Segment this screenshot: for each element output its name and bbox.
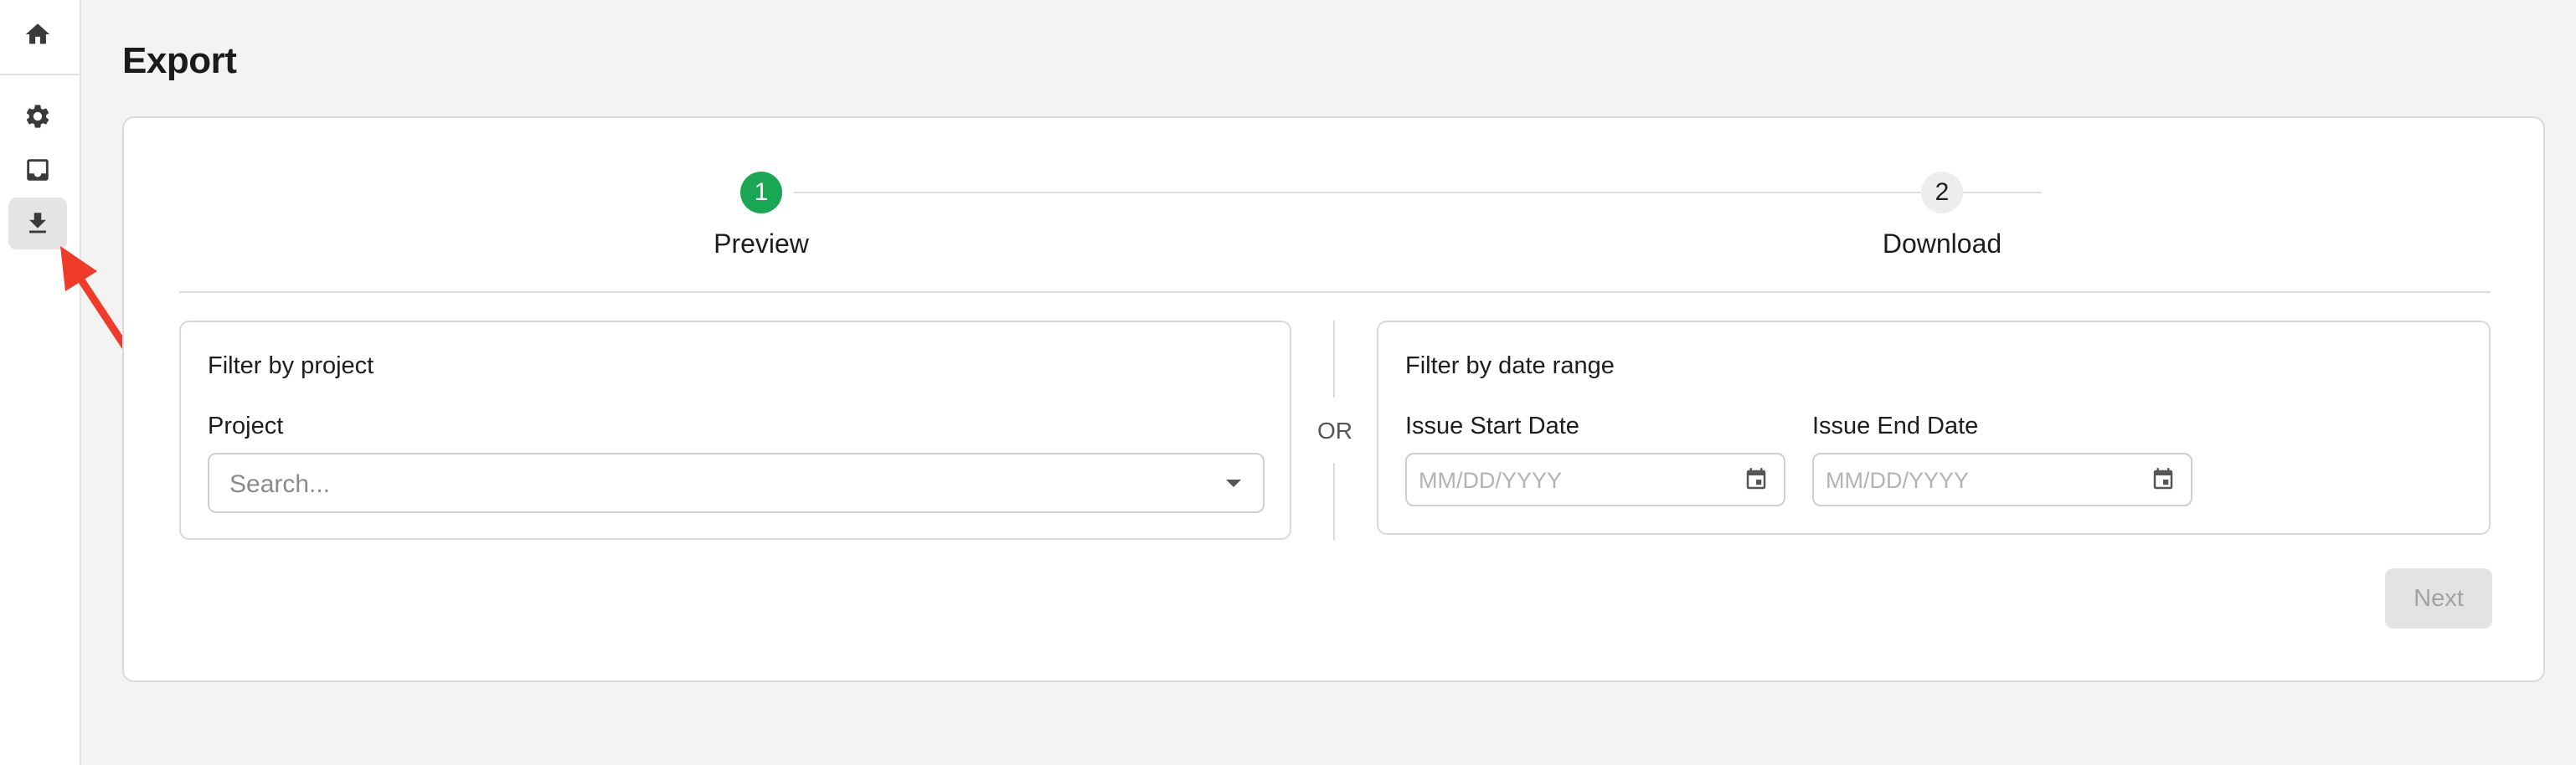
- or-separator-line-top: [1333, 321, 1335, 398]
- sidebar-item-inbox[interactable]: [8, 144, 67, 196]
- filter-project-title: Filter by project: [208, 352, 374, 379]
- step-1-indicator: 1: [740, 172, 782, 213]
- gear-icon: [26, 105, 49, 128]
- filter-by-date-panel: Filter by date range Issue Start Date MM…: [1377, 321, 2491, 535]
- filter-by-project-panel: Filter by project Project Search...: [179, 321, 1291, 540]
- project-label: Project: [208, 413, 284, 439]
- sidebar-divider: [0, 74, 81, 75]
- step-2-label: Download: [1882, 228, 2002, 259]
- step-1-label: Preview: [714, 228, 809, 259]
- end-date-placeholder: MM/DD/YYYY: [1826, 468, 1970, 493]
- project-search-placeholder: Search...: [229, 470, 331, 498]
- issue-start-date-label: Issue Start Date: [1405, 413, 1579, 439]
- page-title: Export: [122, 40, 237, 81]
- issue-end-date-input[interactable]: MM/DD/YYYY: [1812, 453, 2192, 506]
- sidebar-item-export[interactable]: [8, 198, 67, 249]
- export-card: 1 2 Preview Download Filter by project P…: [122, 116, 2545, 682]
- chevron-down-icon[interactable]: [1226, 480, 1241, 487]
- inbox-icon: [27, 159, 49, 181]
- download-icon: [29, 213, 46, 234]
- project-search-select[interactable]: Search...: [208, 453, 1265, 513]
- start-date-placeholder: MM/DD/YYYY: [1419, 468, 1563, 493]
- sidebar-item-settings[interactable]: [8, 90, 67, 142]
- or-separator-text: OR: [1317, 418, 1352, 444]
- issue-end-date-label: Issue End Date: [1812, 413, 1979, 439]
- calendar-icon[interactable]: [2151, 467, 2176, 492]
- home-icon: [25, 23, 50, 44]
- or-separator-line-bottom: [1333, 463, 1335, 540]
- stepper-divider: [179, 291, 2491, 293]
- issue-start-date-input[interactable]: MM/DD/YYYY: [1405, 453, 1785, 506]
- sidebar: [0, 0, 81, 765]
- next-button[interactable]: Next: [2385, 568, 2492, 629]
- sidebar-item-home[interactable]: [8, 8, 67, 60]
- calendar-icon[interactable]: [1744, 467, 1769, 492]
- step-2-indicator: 2: [1921, 172, 1963, 213]
- filter-date-title: Filter by date range: [1405, 352, 1615, 379]
- stepper-connector: [794, 192, 2042, 193]
